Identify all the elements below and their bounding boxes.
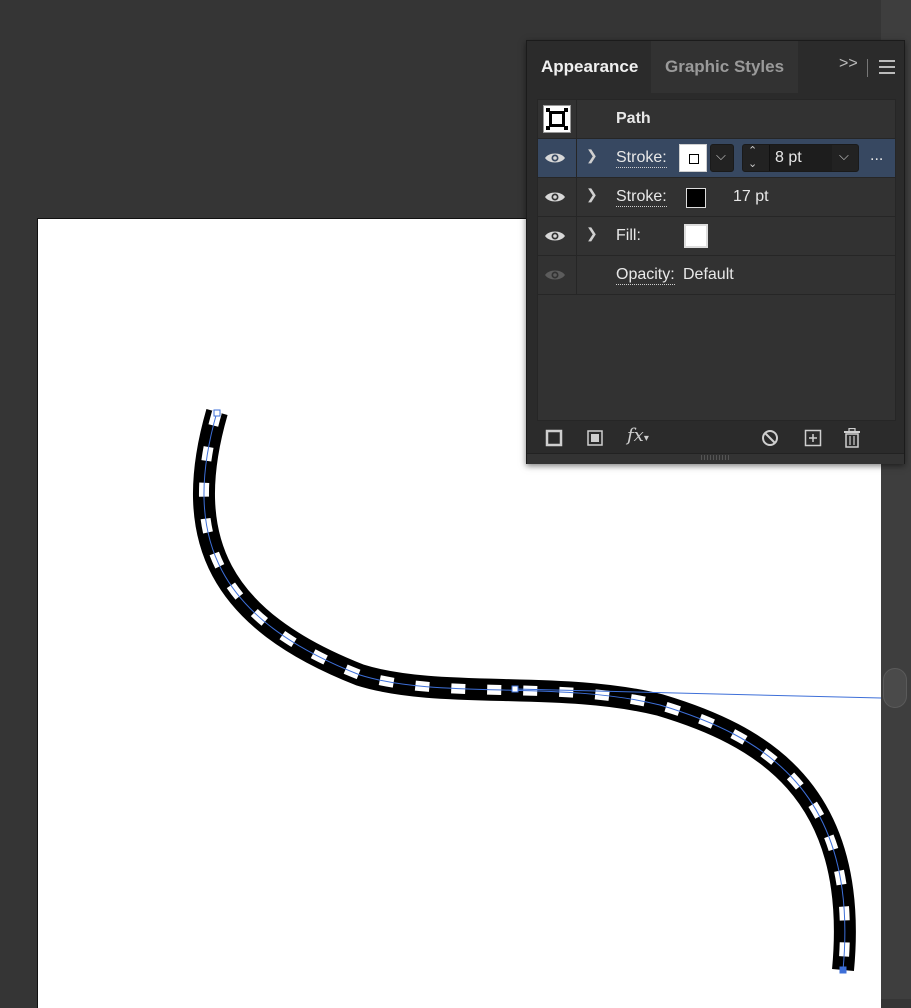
path-thumbnail-icon — [543, 105, 571, 133]
eye-icon[interactable] — [544, 189, 566, 205]
column-divider — [576, 217, 577, 255]
eye-icon[interactable] — [544, 228, 566, 244]
appearance-panel: Appearance Graphic Styles >> Path ❯ Stro… — [526, 40, 905, 464]
stroke-color-swatch[interactable] — [679, 144, 707, 172]
panel-tab-bar: Appearance Graphic Styles >> — [527, 41, 904, 93]
appearance-row-fill[interactable]: ❯ Fill: — [538, 217, 895, 256]
stroke-color-swatch[interactable] — [686, 188, 706, 208]
stroke-weight-control: ⌃ ⌄ 8 pt ⌵ — [742, 144, 859, 172]
more-options-button[interactable]: ... — [870, 147, 883, 165]
stroke-label[interactable]: Stroke: — [616, 149, 667, 168]
column-divider — [576, 178, 577, 216]
tab-overflow-button[interactable]: >> — [839, 55, 858, 73]
eye-icon[interactable] — [544, 150, 566, 166]
target-label: Path — [616, 110, 651, 127]
appearance-row-stroke-1[interactable]: ❯ Stroke: ⌵ ⌃ ⌄ 8 pt ⌵ ... — [538, 139, 895, 178]
stroke-weight-value: 17 pt — [733, 188, 769, 205]
fill-color-swatch[interactable] — [684, 224, 708, 248]
column-divider — [576, 139, 577, 177]
chevron-right-icon[interactable]: ❯ — [586, 186, 598, 203]
fx-button[interactable]: fx▾ — [627, 425, 649, 446]
wavy-path-guide — [203, 411, 846, 971]
resize-grip-icon[interactable] — [701, 455, 731, 460]
anchor-point-start[interactable] — [213, 409, 221, 417]
tab-graphic-styles[interactable]: Graphic Styles — [651, 41, 799, 93]
stepper-icon[interactable]: ⌃ ⌄ — [748, 145, 757, 171]
chevron-right-icon[interactable]: ❯ — [586, 225, 598, 242]
new-stroke-icon[interactable] — [545, 429, 563, 447]
new-fill-icon[interactable] — [586, 429, 604, 447]
stroke-label[interactable]: Stroke: — [616, 188, 667, 207]
opacity-label[interactable]: Opacity: — [616, 266, 675, 285]
column-divider — [576, 256, 577, 294]
chevron-down-icon: ⌵ — [716, 148, 726, 163]
menu-icon[interactable] — [879, 60, 895, 74]
no-icon[interactable] — [761, 429, 779, 447]
fill-label: Fill: — [616, 227, 641, 244]
anchor-point-mid[interactable] — [511, 685, 519, 693]
eye-icon[interactable] — [544, 267, 566, 283]
stroke-color-dropdown[interactable]: ⌵ — [710, 144, 734, 172]
anchor-point-end[interactable] — [839, 966, 847, 974]
stroke-weight-input[interactable]: 8 pt — [775, 149, 802, 167]
opacity-value: Default — [683, 266, 734, 283]
tab-divider — [867, 59, 868, 77]
fx-label: fx — [627, 425, 644, 446]
appearance-row-path[interactable]: Path — [538, 100, 895, 139]
chevron-down-icon[interactable]: ⌵ — [839, 148, 849, 164]
tab-appearance[interactable]: Appearance — [527, 41, 653, 93]
appearance-list: Path ❯ Stroke: ⌵ ⌃ ⌄ 8 pt ⌵ ... ❯ Stroke… — [537, 99, 896, 421]
appearance-row-opacity[interactable]: Opacity: Default — [538, 256, 895, 295]
add-icon[interactable] — [804, 429, 822, 447]
chevron-right-icon[interactable]: ❯ — [586, 147, 598, 164]
trash-icon[interactable] — [843, 428, 861, 448]
panel-toolbar: fx▾ — [527, 425, 904, 453]
column-divider — [576, 100, 577, 138]
appearance-row-stroke-2[interactable]: ❯ Stroke: 17 pt — [538, 178, 895, 217]
